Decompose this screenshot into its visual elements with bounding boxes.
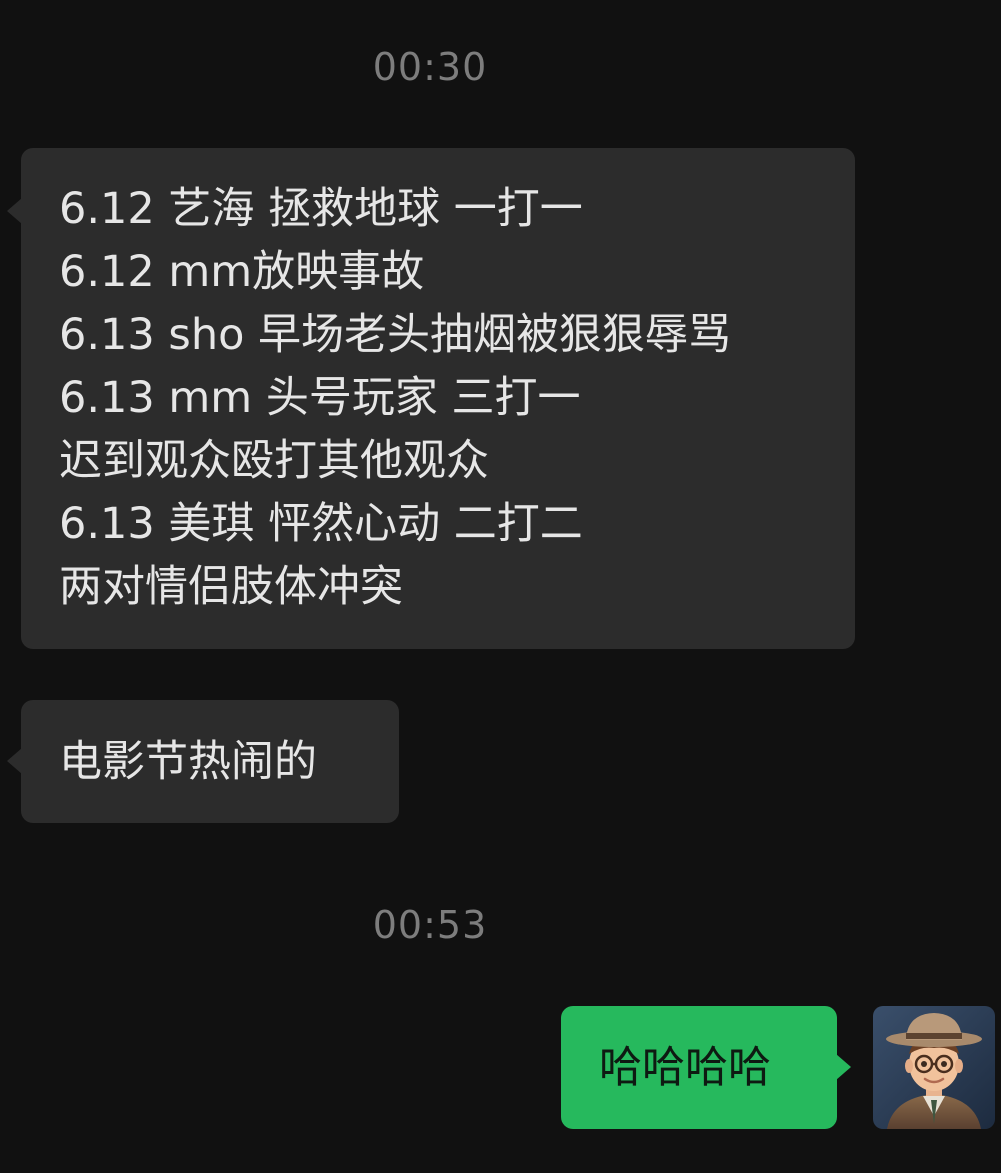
message-line: 6.12 艺海 拯救地球 一打一 — [59, 184, 583, 234]
incoming-message-bubble[interactable]: 6.12 艺海 拯救地球 一打一 6.12 mm放映事故 6.13 sho 早场… — [7, 148, 855, 649]
message-line: 迟到观众殴打其他观众 — [59, 436, 489, 486]
message-line: 6.13 sho 早场老头抽烟被狠狠辱骂 — [59, 310, 732, 360]
incoming-message-bubble[interactable]: 电影节热闹的 — [7, 700, 399, 823]
outgoing-message-bubble[interactable]: 哈哈哈哈 — [561, 1006, 851, 1129]
user-avatar-icon[interactable] — [873, 1006, 995, 1129]
message-text: 电影节热闹的 — [59, 737, 317, 787]
message-text: 哈哈哈哈 — [599, 1043, 771, 1093]
message-line: 6.13 美琪 怦然心动 二打二 — [59, 499, 583, 549]
avatar-illustration — [873, 1006, 995, 1129]
message-line: 6.12 mm放映事故 — [59, 247, 425, 297]
timestamp: 00:53 — [372, 903, 488, 947]
message-line: 6.13 mm 头号玩家 三打一 — [59, 373, 581, 423]
message-line: 两对情侣肢体冲突 — [59, 562, 403, 612]
timestamp: 00:30 — [372, 45, 488, 89]
